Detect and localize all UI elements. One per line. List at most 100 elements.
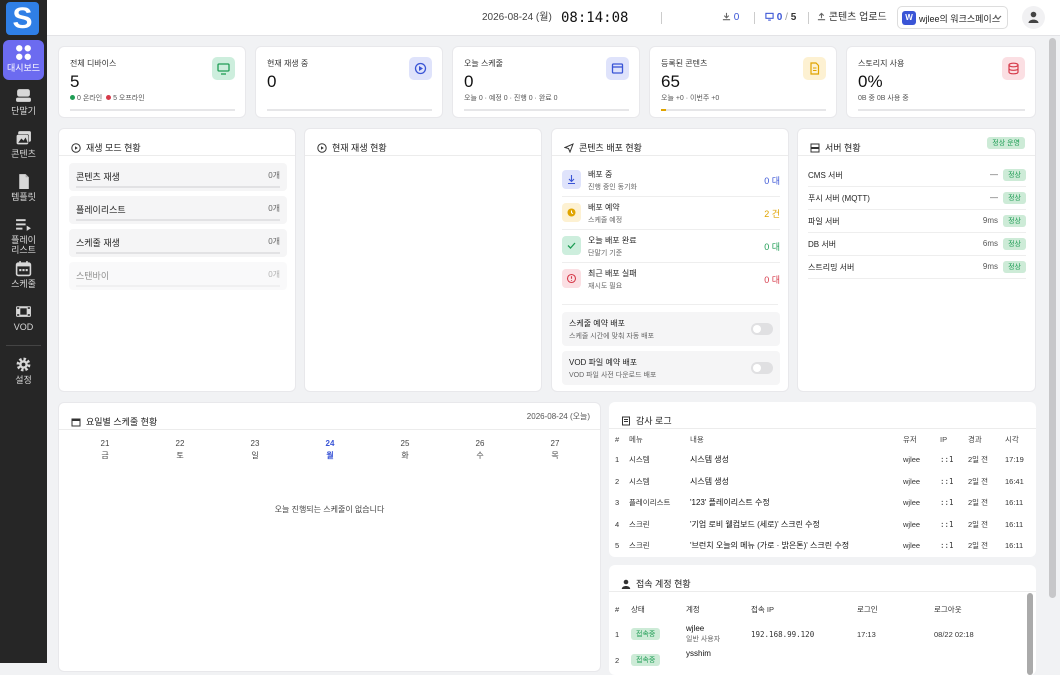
stat-sub: 오늘 +0 · 이번주 +0 (661, 95, 720, 102)
stat-value: 0% (858, 72, 883, 91)
play-mode-row[interactable]: 스탠바이 0개 (69, 262, 287, 290)
upload-label: 콘텐츠 업로드 (828, 12, 887, 23)
table-row[interactable]: 3 플레이리스트 '123' 플레이리스트 수정 wjlee::1 2일 전 16:11 (615, 492, 1030, 514)
document-icon (19, 174, 29, 189)
deploy-row[interactable]: 오늘 배포 완료 단말기 기준 0 대 (562, 231, 780, 263)
alert-icon (562, 269, 581, 288)
sidebar-item-label: 단말기 (11, 106, 36, 116)
stat-value: 0 (267, 72, 277, 91)
day-column[interactable]: 22 토 (165, 438, 195, 462)
sidebar-item-label: 설정 (15, 375, 32, 385)
sidebar-item-label: 콘텐츠 (11, 149, 36, 159)
current-date: 2026-08-24 (월) (482, 12, 552, 23)
stat-card-storage[interactable]: 스토리지 사용 0% 0B 중 0B 사용 중 (846, 46, 1036, 118)
table-row[interactable]: 2 시스템 시스템 생성 wjlee::1 2일 전 16:41 (615, 471, 1030, 493)
server-row: CMS 서버 — 정상 (808, 164, 1026, 187)
downloads-button[interactable]: 0 (722, 0, 739, 36)
progress-bar (464, 109, 629, 111)
panel-title: 요일별 스케줄 현황 (71, 415, 157, 428)
play-mode-panel: 재생 모드 현황 콘텐츠 재생 0개 플레이리스트 0개 스케줄 재생 0개 스탠바이… (58, 128, 296, 392)
status-badge: 접속중 (631, 628, 661, 640)
day-column[interactable]: 26 수 (465, 438, 495, 462)
day-column[interactable]: 27 목 (540, 438, 570, 462)
sidebar-item-schedule[interactable]: 스케줄 (3, 256, 44, 296)
monitor-icon (212, 57, 235, 80)
table-row[interactable]: 4 스크린 '기업 로비 웰컴보드 (세로)' 스크린 수정 wjlee::1 2일 전… (615, 514, 1030, 536)
stat-label: 현재 재생 중 (267, 59, 309, 68)
vod-deploy-switch[interactable] (751, 362, 773, 374)
sidebar-item-playlists[interactable]: 플레이 리스트 (3, 212, 44, 255)
download-icon (722, 12, 731, 21)
deploy-row[interactable]: 최근 배포 실패 재시도 필요 0 대 (562, 264, 780, 296)
schedule-deploy-toggle-row: 스케줄 예약 배포 스케줄 시간에 맞춰 자동 배포 (562, 312, 780, 346)
grid-icon (16, 45, 31, 60)
schedule-deploy-switch[interactable] (751, 323, 773, 335)
divider (754, 12, 755, 24)
table-row[interactable]: 1 시스템 시스템 생성 wjlee::1 2일 전 17:19 (615, 449, 1030, 471)
table-row[interactable]: 1 접속중 wjlee 일반 사용자 192.168.99.120 17:13 0… (615, 619, 1019, 649)
workspace-name: wjlee의 워크스페이스 (919, 14, 1000, 24)
calendar-icon (71, 418, 81, 427)
user-avatar[interactable] (1022, 6, 1045, 29)
deploy-row[interactable]: 배포 예약 스케줄 예정 2 건 (562, 198, 780, 230)
table-row[interactable]: 5 스크린 '브런치 오늘의 메뉴 (가로 · 밝은톤)' 스크린 수정 wjlee:… (615, 535, 1030, 557)
panel-title: 재생 모드 현황 (71, 141, 141, 154)
stat-value: 5 (70, 72, 80, 91)
sidebar-item-dashboard[interactable]: 대시보드 (3, 40, 44, 80)
stat-card-devices[interactable]: 전체 디바이스 5 0 온라인 5 오프라인 (58, 46, 246, 118)
sidebar-item-label: 플레이 리스트 (11, 235, 36, 255)
table-header: # 상태 계정 접속 IP 로그인 로그아웃 (615, 604, 962, 614)
chevron-down-icon (994, 15, 1002, 20)
sidebar-item-templates[interactable]: 템플릿 (3, 169, 44, 209)
devices-online-button[interactable]: 0 / 5 (765, 0, 796, 36)
panel-title: 서버 현황 (810, 141, 861, 154)
deploy-row[interactable]: 배포 중 진행 중인 동기화 0 대 (562, 165, 780, 197)
stat-card-schedule[interactable]: 오늘 스케줄 0 오늘 0 · 예정 0 · 진행 0 · 완료 0 (452, 46, 640, 118)
play-mode-row[interactable]: 스케줄 재생 0개 (69, 229, 287, 257)
divider (562, 304, 778, 305)
server-row: 스트리밍 서버 9ms 정상 (808, 256, 1026, 279)
progress-bar (858, 109, 1025, 111)
clock-icon (562, 203, 581, 222)
day-column[interactable]: 21 금 (90, 438, 120, 462)
sidebar-item-vod[interactable]: VOD (3, 299, 44, 339)
stat-card-contents[interactable]: 등록된 콘텐츠 65 오늘 +0 · 이번주 +0 (649, 46, 837, 118)
day-column[interactable]: 25 화 (390, 438, 420, 462)
stat-label: 등록된 콘텐츠 (661, 59, 708, 68)
upload-content-button[interactable]: 콘텐츠 업로드 (817, 0, 887, 36)
monitor-icon (765, 12, 774, 21)
app-logo[interactable]: S (6, 2, 39, 35)
sidebar-item-settings[interactable]: 설정 (3, 352, 44, 392)
play-mode-row[interactable]: 콘텐츠 재생 0개 (69, 163, 287, 191)
user-icon (1028, 11, 1039, 23)
devices-total-count: 5 (790, 12, 797, 23)
stat-sub: 오늘 0 · 예정 0 · 진행 0 · 완료 0 (464, 95, 558, 102)
empty-schedule-message: 오늘 진행되는 스케줄이 없습니다 (274, 505, 385, 514)
sidebar-item-label: 템플릿 (11, 192, 36, 202)
stat-sub: 0 온라인 5 오프라인 (70, 93, 145, 103)
server-panel: 서버 현황 정상 운영 CMS 서버 — 정상 푸시 서버 (MQTT) — 정상 파일… (797, 128, 1036, 392)
sessions-panel: 접속 계정 현황 # 상태 계정 접속 IP 로그인 로그아웃 1 접속중 wjlee 일반… (609, 565, 1036, 675)
server-status-badge: 정상 운영 (987, 137, 1025, 149)
vod-deploy-toggle-row: VOD 파일 예약 배포 VOD 파일 사전 다운로드 배포 (562, 351, 780, 385)
play-mode-row[interactable]: 플레이리스트 0개 (69, 196, 287, 224)
panel-title: 콘텐츠 배포 현황 (563, 141, 642, 154)
stat-card-playing[interactable]: 현재 재생 중 0 (255, 46, 443, 118)
table-row[interactable]: 2 접속중 ysshim (615, 649, 1019, 671)
workspace-selector[interactable]: W wjlee의 워크스페이스 (897, 6, 1008, 29)
page-scrollbar[interactable] (1049, 38, 1056, 598)
day-column-today[interactable]: 24 월 (315, 438, 345, 462)
status-badge: 접속중 (631, 654, 661, 666)
divider (661, 12, 662, 24)
sidebar-item-contents[interactable]: 콘텐츠 (3, 126, 44, 166)
audit-log-panel: 감사 로그 # 메뉴 내용 유저 IP 경과 시각 1 시스템 시스템 생성 wjlee::1 2일… (609, 402, 1036, 557)
downloads-count: 0 (733, 12, 740, 23)
progress-bar (267, 109, 432, 111)
gear-icon (16, 357, 31, 372)
sidebar-item-devices[interactable]: 단말기 (3, 83, 44, 123)
day-column[interactable]: 23 일 (240, 438, 270, 462)
sidebar-item-label: 스케줄 (11, 279, 36, 289)
divider (808, 12, 809, 24)
current-time: 08:14:08 (561, 10, 629, 26)
film-icon (16, 306, 31, 317)
